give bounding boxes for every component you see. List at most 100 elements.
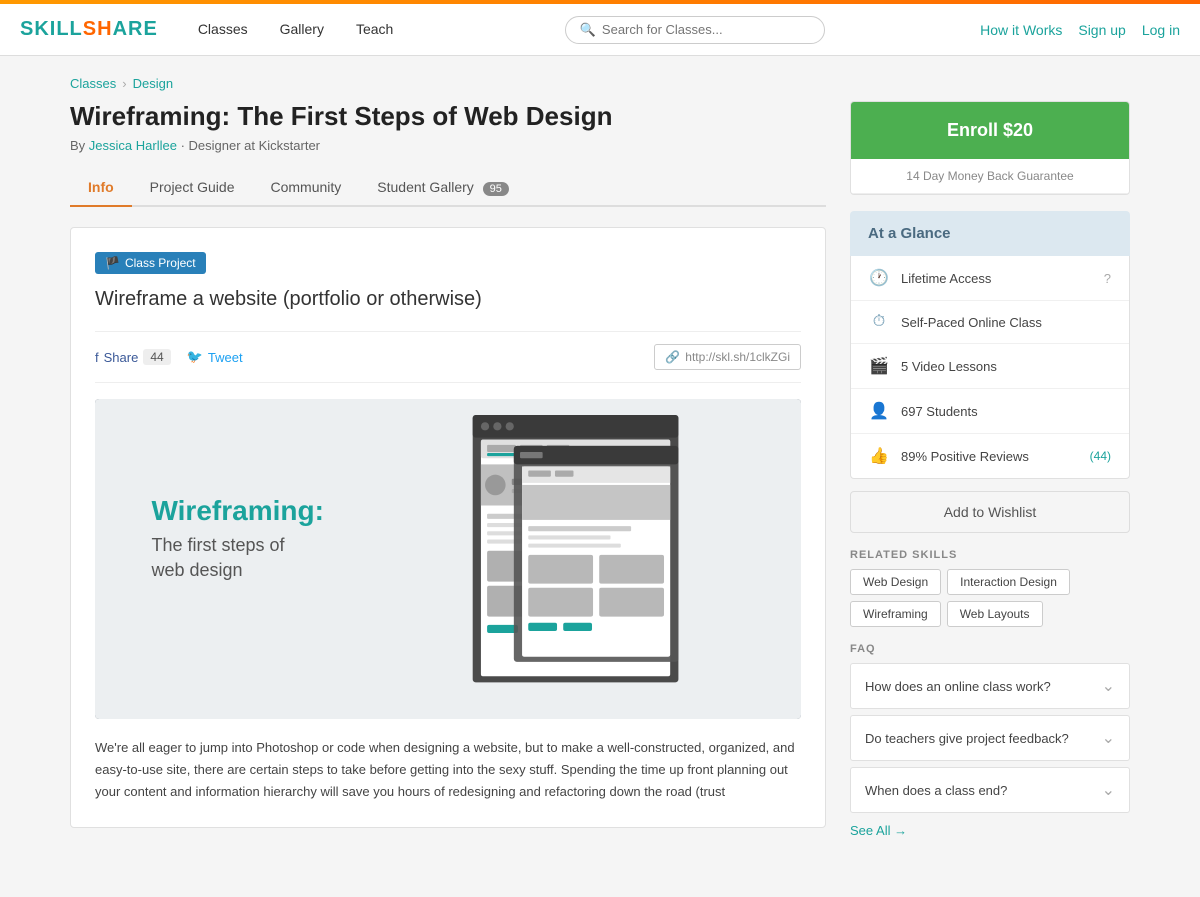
logo-share: SH: [83, 18, 113, 40]
flag-icon: 🏴: [105, 256, 120, 270]
glance-item-video-lessons: 🎬 5 Video Lessons: [851, 344, 1129, 389]
twitter-share-label: Tweet: [208, 350, 243, 365]
glance-self-paced-text: Self-Paced Online Class: [901, 315, 1111, 330]
breadcrumb: Classes › Design: [70, 76, 1130, 91]
glance-item-reviews: 👍 89% Positive Reviews (44): [851, 434, 1129, 478]
skill-tag-wireframing[interactable]: Wireframing: [850, 601, 941, 627]
related-skills-label: RELATED SKILLS: [850, 549, 1130, 561]
glance-students-text: 697 Students: [901, 404, 1111, 419]
video-thumbnail: Wireframing: The first steps of web desi…: [95, 399, 801, 719]
fb-icon: f: [95, 350, 99, 365]
faq-item-1[interactable]: How does an online class work? ⌄: [850, 663, 1130, 709]
see-all-faq-link[interactable]: See All →: [850, 823, 907, 838]
class-description: We're all eager to jump into Photoshop o…: [95, 737, 801, 803]
student-gallery-badge: 95: [483, 182, 509, 196]
nav-right: How it Works Sign up Log in: [980, 22, 1180, 38]
faq-question-1: How does an online class work?: [865, 679, 1051, 694]
logo-skillshare: SKILL: [20, 18, 83, 40]
right-column: Enroll $20 14 Day Money Back Guarantee A…: [850, 101, 1130, 838]
glance-video-lessons-text: 5 Video Lessons: [901, 359, 1111, 374]
facebook-share-label: Share: [104, 350, 139, 365]
tab-community[interactable]: Community: [252, 169, 359, 207]
how-it-works-link[interactable]: How it Works: [980, 22, 1062, 38]
page-title: Wireframing: The First Steps of Web Desi…: [70, 101, 826, 132]
enroll-button[interactable]: Enroll $20: [851, 102, 1129, 159]
project-title: Wireframe a website (portfolio or otherw…: [95, 288, 801, 311]
left-column: Wireframing: The First Steps of Web Desi…: [70, 101, 826, 828]
glance-title: At a Glance: [868, 225, 1112, 242]
clock-icon: 🕐: [869, 268, 889, 288]
nav-gallery[interactable]: Gallery: [264, 4, 340, 56]
tabs-bar: Info Project Guide Community Student Gal…: [70, 169, 826, 207]
tw-icon: 🐦: [187, 349, 203, 365]
log-in-link[interactable]: Log in: [1142, 22, 1180, 38]
user-icon: 👤: [869, 401, 889, 421]
share-url: http://skl.sh/1clkZGi: [685, 350, 790, 364]
thumb-mockup: [392, 415, 759, 703]
faq-item-2[interactable]: Do teachers give project feedback? ⌄: [850, 715, 1130, 761]
nav-links: Classes Gallery Teach: [182, 4, 410, 56]
author-suffix: · Designer at Kickstarter: [181, 138, 320, 153]
skill-tag-interaction-design[interactable]: Interaction Design: [947, 569, 1070, 595]
navbar: SKILLSHARE Classes Gallery Teach 🔍 How i…: [0, 4, 1200, 56]
glance-lifetime-text: Lifetime Access: [901, 271, 1092, 286]
at-a-glance-header: At a Glance: [850, 211, 1130, 256]
money-back-text: 14 Day Money Back Guarantee: [851, 159, 1129, 194]
chevron-down-icon-2: ⌄: [1102, 728, 1115, 748]
main-layout: Wireframing: The First Steps of Web Desi…: [70, 101, 1130, 838]
tab-student-gallery-label: Student Gallery: [377, 179, 474, 195]
timer-icon: ⏱: [869, 313, 889, 331]
twitter-share[interactable]: 🐦 Tweet: [187, 349, 243, 365]
share-link[interactable]: 🔗 http://skl.sh/1clkZGi: [654, 344, 801, 370]
thumb-inner: Wireframing: The first steps of web desi…: [95, 399, 801, 719]
video-icon: 🎬: [869, 356, 889, 376]
author-link[interactable]: Jessica Harllee: [89, 138, 177, 153]
facebook-share-count: 44: [143, 349, 170, 365]
tab-student-gallery[interactable]: Student Gallery 95: [359, 169, 527, 207]
search-wrap: 🔍: [409, 16, 980, 44]
glance-reviews-text: 89% Positive Reviews: [901, 449, 1078, 464]
link-icon: 🔗: [665, 350, 680, 364]
author-prefix: By: [70, 138, 85, 153]
thumb-subtitle: The first steps of web design: [151, 533, 323, 583]
class-project-badge: 🏴 Class Project: [95, 252, 206, 274]
nav-classes[interactable]: Classes: [182, 4, 264, 56]
search-box: 🔍: [565, 16, 825, 44]
add-to-wishlist-button[interactable]: Add to Wishlist: [850, 491, 1130, 533]
page-subtitle: By Jessica Harllee · Designer at Kicksta…: [70, 138, 826, 153]
facebook-share[interactable]: f Share 44: [95, 349, 171, 365]
search-input[interactable]: [602, 22, 810, 37]
glance-item-self-paced: ⏱ Self-Paced Online Class: [851, 301, 1129, 344]
faq-question-2: Do teachers give project feedback?: [865, 731, 1069, 746]
breadcrumb-classes[interactable]: Classes: [70, 76, 116, 91]
logo: SKILLSHARE: [20, 18, 158, 41]
faq-question-3: When does a class end?: [865, 783, 1007, 798]
breadcrumb-separator: ›: [122, 76, 126, 91]
thumb-text: Wireframing: The first steps of web desi…: [151, 495, 323, 583]
class-project-label: Class Project: [125, 256, 196, 270]
faq-label: FAQ: [850, 643, 1130, 655]
thumbs-up-icon: 👍: [869, 446, 889, 466]
glance-items-list: 🕐 Lifetime Access ? ⏱ Self-Paced Online …: [850, 256, 1130, 479]
breadcrumb-design[interactable]: Design: [133, 76, 173, 91]
lifetime-help-icon[interactable]: ?: [1104, 271, 1111, 286]
tab-info[interactable]: Info: [70, 169, 132, 207]
share-row: f Share 44 🐦 Tweet 🔗 http://skl.sh/1clkZ…: [95, 331, 801, 383]
chevron-down-icon-3: ⌄: [1102, 780, 1115, 800]
sign-up-link[interactable]: Sign up: [1078, 22, 1125, 38]
reviews-link[interactable]: (44): [1090, 449, 1111, 463]
faq-item-3[interactable]: When does a class end? ⌄: [850, 767, 1130, 813]
search-icon: 🔍: [580, 22, 596, 38]
class-project-card: 🏴 Class Project Wireframe a website (por…: [70, 227, 826, 828]
skill-tag-web-layouts[interactable]: Web Layouts: [947, 601, 1043, 627]
glance-item-lifetime: 🕐 Lifetime Access ?: [851, 256, 1129, 301]
nav-teach[interactable]: Teach: [340, 4, 409, 56]
enroll-card: Enroll $20 14 Day Money Back Guarantee: [850, 101, 1130, 195]
thumb-title: Wireframing:: [151, 495, 323, 527]
chevron-down-icon-1: ⌄: [1102, 676, 1115, 696]
glance-item-students: 👤 697 Students: [851, 389, 1129, 434]
tab-project-guide[interactable]: Project Guide: [132, 169, 253, 207]
skill-tag-web-design[interactable]: Web Design: [850, 569, 941, 595]
main-container: Classes › Design Wireframing: The First …: [50, 56, 1150, 858]
skill-tags: Web Design Interaction Design Wireframin…: [850, 569, 1130, 627]
